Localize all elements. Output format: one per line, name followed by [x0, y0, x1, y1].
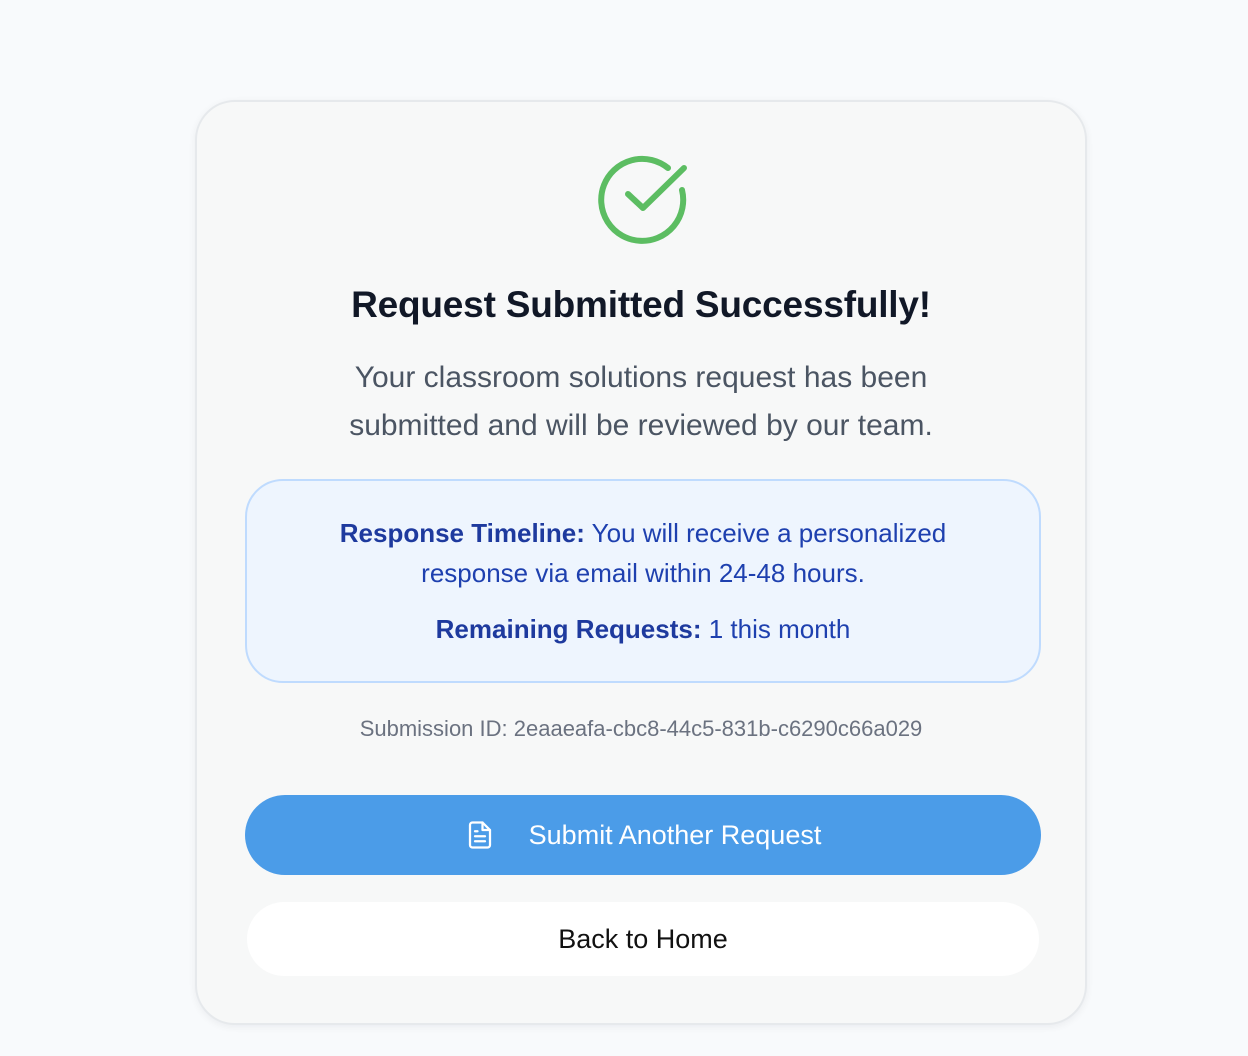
response-timeline: Response Timeline: You will receive a pe…: [287, 513, 999, 593]
back-to-home-button[interactable]: Back to Home: [247, 902, 1039, 976]
confirmation-message: Your classroom solutions request has bee…: [349, 361, 933, 442]
submission-id: Submission ID: 2eaaeafa-cbc8-44c5-831b-c…: [359, 716, 923, 741]
check-circle-icon: [598, 152, 690, 244]
success-card: Request Submitted Successfully! Your cla…: [195, 100, 1087, 1025]
remaining-requests-text: 1 this month: [701, 614, 851, 644]
remaining-requests: Remaining Requests: 1 this month: [287, 609, 999, 649]
back-to-home-label: Back to Home: [558, 923, 728, 954]
remaining-requests-label: Remaining Requests:: [435, 614, 702, 644]
page-title: Request Submitted Successfully!: [351, 284, 931, 325]
submit-another-request-button[interactable]: Submit Another Request: [245, 795, 1041, 875]
info-box: Response Timeline: You will receive a pe…: [245, 479, 1041, 683]
response-timeline-label: Response Timeline:: [339, 518, 585, 548]
submit-another-request-label: Submit Another Request: [528, 819, 822, 850]
document-icon: [465, 820, 495, 850]
